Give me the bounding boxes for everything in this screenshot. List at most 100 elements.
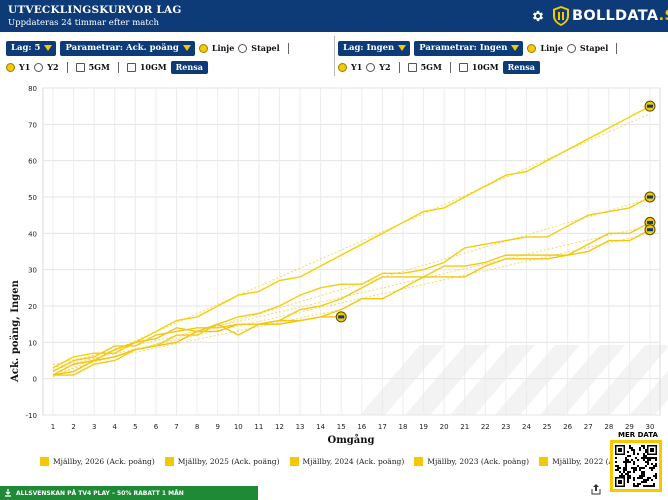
gm5-checkbox-left[interactable] [75,62,85,72]
qr-module [617,465,619,467]
gm10-checkbox-left[interactable] [126,62,136,72]
y-axis-label: Ack. poäng, Ingen [10,279,21,382]
y-tick-labels: -10 0 10 20 30 40 50 60 70 80 [26,85,37,420]
qr-module [649,485,651,487]
qr-module [641,481,643,483]
qr-module [651,485,653,487]
qr-module [623,467,625,469]
banner-text: ALLSVENSKAN PÅ TV4 PLAY – 50% RABATT 1 M… [16,489,184,497]
legend-swatch [289,457,299,466]
qr-module [625,461,627,463]
qr-module [645,455,647,457]
x-tick-label: 21 [460,423,469,431]
legend-item[interactable]: Mjällby, 2025 (Ack. poäng) [164,457,280,466]
x-axis-label: Omgång [327,434,374,446]
x-tick-label: 25 [543,423,552,431]
qr-code-icon[interactable] [610,440,662,492]
qr-module [643,471,645,473]
qr-module [643,453,645,455]
qr-module [647,463,649,465]
x-tick-label: 12 [275,423,284,431]
qr-module [627,479,629,481]
y-tick-label: 20 [28,303,37,311]
promo-banner[interactable]: ALLSVENSKAN PÅ TV4 PLAY – 50% RABATT 1 M… [0,486,258,500]
app-header: UTVECKLINGSKURVOR LAG Uppdateras 24 timm… [0,0,668,32]
x-tick-label: 5 [133,423,137,431]
x-tick-label: 19 [419,423,428,431]
qr-module [633,449,635,451]
y1-radio-left[interactable] [6,62,15,72]
qr-module [623,469,625,471]
gear-icon[interactable] [531,9,545,23]
legend-item[interactable]: Mjällby, 2024 (Ack. poäng) [289,457,404,466]
clear-button-left[interactable]: Rensa [170,60,208,74]
gm5-checkbox-right[interactable] [407,62,417,72]
share-icon[interactable] [591,484,601,495]
qr-module [639,477,641,479]
legend-item[interactable]: Mjällby, 2023 (Ack. poäng) [414,457,529,466]
qr-module [625,469,627,471]
qr-module [643,485,645,487]
gm10-label: 10GM [139,62,167,72]
divider [66,61,68,73]
qr-module [615,469,617,471]
chart-grid [42,87,661,416]
qr-module [641,471,643,473]
param-dropdown-left[interactable]: Parametrar: Ack. poäng [60,40,195,56]
badge-band [338,315,345,319]
development-chart[interactable]: -1001020304050607080 1 2 3 4 5 6 7 8 9 10 11 12 13 14… [0,80,668,452]
trend-line [52,225,651,366]
bar-radio-left[interactable] [238,43,248,53]
qr-module [631,459,633,461]
team-dropdown-left[interactable]: Lag: 5 [6,40,57,56]
y-tick-label: 50 [28,194,37,202]
qr-module [653,485,655,487]
qr-module [655,463,657,465]
qr-module [655,459,657,461]
qr-module [629,447,631,449]
bolldata-logo[interactable]: BOLLDATA.SE [553,6,668,26]
qr-module [629,455,631,457]
badge-band [647,104,653,108]
qr-module [643,445,645,447]
qr-module [651,479,653,481]
line-radio-right[interactable] [527,43,537,53]
qr-module [643,447,645,449]
y2-radio-left[interactable] [34,62,44,72]
line-radio-left[interactable] [198,43,208,53]
x-tick-labels: 1 2 3 4 5 6 7 8 9 10 11 12 13 14 15 16 17 18 19 20 21 22 23 24 2… [51,423,655,431]
legend-swatch [164,457,174,466]
qr-module [643,481,645,483]
legend-item[interactable]: Mjällby, 2026 (Ack. poäng) [40,457,155,466]
gm10-checkbox-right[interactable] [458,62,468,72]
qr-module [653,465,655,467]
y2-label: Y2 [379,62,391,72]
x-tick-label: 9 [215,423,219,431]
qr-module [631,447,633,449]
team-dropdown-right[interactable]: Lag: Ingen [338,40,411,56]
qr-module [615,461,617,463]
qr-module [625,457,627,459]
qr-module [633,463,635,465]
qr-module [621,475,623,477]
qr-module [627,481,629,483]
legend-label: Mjällby, 2023 (Ack. poäng) [427,457,530,466]
y2-radio-right[interactable] [366,62,376,72]
download-icon [5,489,11,497]
qr-module [645,451,647,453]
series-lines [52,105,651,376]
qr-module [641,445,643,447]
clear-button-right[interactable]: Rensa [502,60,540,74]
qr-module [647,457,649,459]
bar-radio-right[interactable] [566,43,576,53]
qr-module [633,471,635,473]
chevron-down-icon [511,44,520,51]
qr-module [651,463,653,465]
y-tick-label: 80 [28,85,37,93]
qr-module [637,453,639,455]
chevron-down-icon [44,44,53,51]
x-tick-label: 7 [174,423,178,431]
x-tick-label: 28 [604,423,613,431]
y1-radio-right[interactable] [338,62,347,72]
param-dropdown-right[interactable]: Parametrar: Ingen [414,40,524,56]
